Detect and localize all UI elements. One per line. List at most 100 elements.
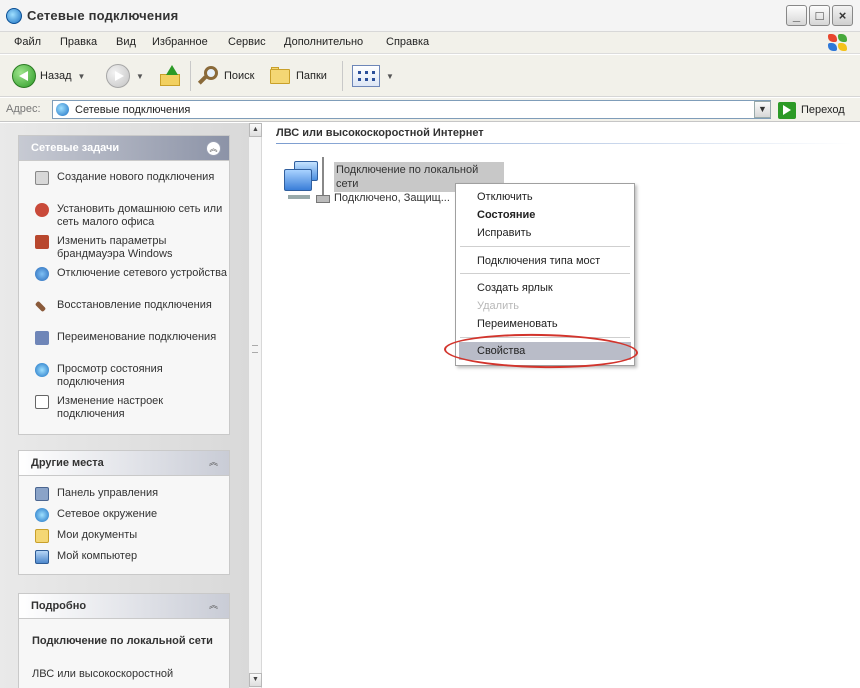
address-input[interactable]: Сетевые подключения: [52, 100, 771, 119]
collapse-icon[interactable]: ︽: [206, 599, 221, 614]
forward-dropdown-icon[interactable]: ▼: [136, 72, 144, 81]
folders-label: Папки: [296, 70, 327, 82]
maximize-button[interactable]: □: [809, 5, 830, 26]
window-title: Сетевые подключения: [27, 8, 179, 23]
control-panel-icon: [35, 487, 49, 501]
details-panel: Подробно ︽ Подключение по локальной сети…: [18, 593, 230, 688]
menu-file[interactable]: Файл: [14, 36, 41, 48]
task-label: Создание нового подключения: [57, 171, 215, 183]
my-documents-icon: [35, 529, 49, 543]
views-button[interactable]: ▼: [352, 62, 394, 90]
menu-help[interactable]: Справка: [386, 36, 429, 48]
address-dropdown-button[interactable]: ▼: [754, 101, 771, 118]
menu-item-status[interactable]: Состояние: [477, 209, 535, 221]
views-icon: [352, 65, 380, 87]
repair-icon: [34, 300, 47, 313]
scroll-up-button[interactable]: ▲: [249, 123, 262, 137]
task-label: Просмотр состояния подключения: [57, 363, 163, 388]
group-divider: [276, 143, 852, 144]
up-folder-button[interactable]: [160, 62, 182, 90]
search-button[interactable]: Поиск: [197, 62, 255, 90]
network-connections-icon: [56, 103, 69, 116]
task-label: Восстановление подключения: [57, 299, 212, 311]
firewall-icon: [35, 235, 49, 249]
task-label: Изменить параметры брандмауэра Windows: [57, 235, 173, 260]
network-tasks-header[interactable]: Сетевые задачи ︽: [19, 136, 229, 161]
lan-connection-icon[interactable]: [278, 157, 332, 209]
views-dropdown-icon[interactable]: ▼: [386, 72, 394, 81]
network-places-icon: [35, 508, 49, 522]
properties-icon: [35, 395, 49, 409]
other-places-panel: Другие места ︽ Панель управления Сетевое…: [18, 450, 230, 575]
details-header[interactable]: Подробно ︽: [19, 594, 229, 619]
group-header: ЛВС или высокоскоростной Интернет: [276, 127, 484, 139]
menu-bar: Файл Правка Вид Избранное Сервис Дополни…: [0, 32, 860, 54]
status-icon: [35, 363, 49, 377]
task-label: Переименование подключения: [57, 331, 217, 343]
menu-item-repair[interactable]: Исправить: [477, 227, 531, 239]
place-label: Мой компьютер: [57, 550, 138, 562]
toolbar-separator: [342, 61, 343, 91]
network-connections-icon: [6, 8, 22, 24]
my-computer-icon: [35, 550, 49, 564]
collapse-icon[interactable]: ︽: [206, 456, 221, 471]
details-connection-name: Подключение по локальной сети: [32, 635, 213, 647]
windows-logo-icon: [826, 33, 848, 53]
other-places-title: Другие места: [31, 457, 104, 469]
back-arrow-icon: [12, 64, 36, 88]
toolbar: Назад ▼ ▼ Поиск Папки ▼: [0, 55, 860, 97]
network-tasks-panel: Сетевые задачи ︽ Создание нового подключ…: [18, 135, 230, 435]
menu-separator: [460, 273, 630, 274]
rename-icon: [35, 331, 49, 345]
toolbar-separator: [190, 61, 191, 91]
menu-advanced[interactable]: Дополнительно: [284, 36, 363, 48]
close-button[interactable]: ×: [832, 5, 853, 26]
go-button[interactable]: Переход: [778, 101, 845, 119]
connection-name-line1: Подключение по локальной: [336, 164, 479, 176]
folders-icon: [270, 67, 292, 85]
new-connection-icon: [35, 171, 49, 185]
place-label: Сетевое окружение: [57, 508, 158, 520]
menu-item-bridge[interactable]: Подключения типа мост: [477, 255, 600, 267]
address-value: Сетевые подключения: [75, 104, 191, 116]
folder-up-icon: [160, 65, 182, 87]
collapse-icon[interactable]: ︽: [206, 141, 221, 156]
go-arrow-icon: [778, 101, 796, 119]
folders-button[interactable]: Папки: [270, 62, 327, 90]
go-label: Переход: [801, 104, 845, 116]
search-icon: [197, 65, 220, 87]
home-network-icon: [35, 203, 49, 217]
menu-tools[interactable]: Сервис: [228, 36, 266, 48]
details-title: Подробно: [31, 600, 87, 612]
other-places-header[interactable]: Другие места ︽: [19, 451, 229, 476]
back-dropdown-icon[interactable]: ▼: [78, 72, 86, 81]
address-label: Адрес:: [6, 103, 41, 115]
menu-item-delete: Удалить: [477, 300, 519, 312]
forward-arrow-icon: [106, 64, 130, 88]
menu-item-rename[interactable]: Переименовать: [477, 318, 558, 330]
task-pane: Сетевые задачи ︽ Создание нового подключ…: [0, 123, 248, 688]
details-connection-type: ЛВС или высокоскоростной: [32, 668, 174, 680]
back-button[interactable]: Назад ▼: [12, 62, 85, 90]
menu-item-create-shortcut[interactable]: Создать ярлык: [477, 282, 553, 294]
task-label: Отключение сетевого устройства: [57, 267, 227, 279]
menu-view[interactable]: Вид: [116, 36, 136, 48]
disable-device-icon: [35, 267, 49, 281]
task-label: Изменение настроек подключения: [57, 395, 164, 420]
menu-separator: [460, 246, 630, 247]
place-label: Мои документы: [57, 529, 138, 541]
menu-favorites[interactable]: Избранное: [152, 36, 208, 48]
menu-edit[interactable]: Правка: [60, 36, 97, 48]
scrollbar-grip[interactable]: [252, 345, 258, 353]
address-bar: Адрес: Сетевые подключения: [0, 98, 860, 122]
menu-item-disconnect[interactable]: Отключить: [477, 191, 533, 203]
place-label: Панель управления: [57, 487, 159, 499]
task-label: Установить домашнюю сеть или сеть малого…: [57, 203, 223, 228]
task-pane-scrollbar[interactable]: ▲ ▼: [248, 123, 262, 688]
forward-button[interactable]: ▼: [106, 62, 144, 90]
minimize-button[interactable]: _: [786, 5, 807, 26]
title-bar: Сетевые подключения _ □ ×: [0, 0, 860, 32]
scroll-down-button[interactable]: ▼: [249, 673, 262, 687]
back-label: Назад: [40, 70, 72, 82]
search-label: Поиск: [224, 70, 255, 82]
